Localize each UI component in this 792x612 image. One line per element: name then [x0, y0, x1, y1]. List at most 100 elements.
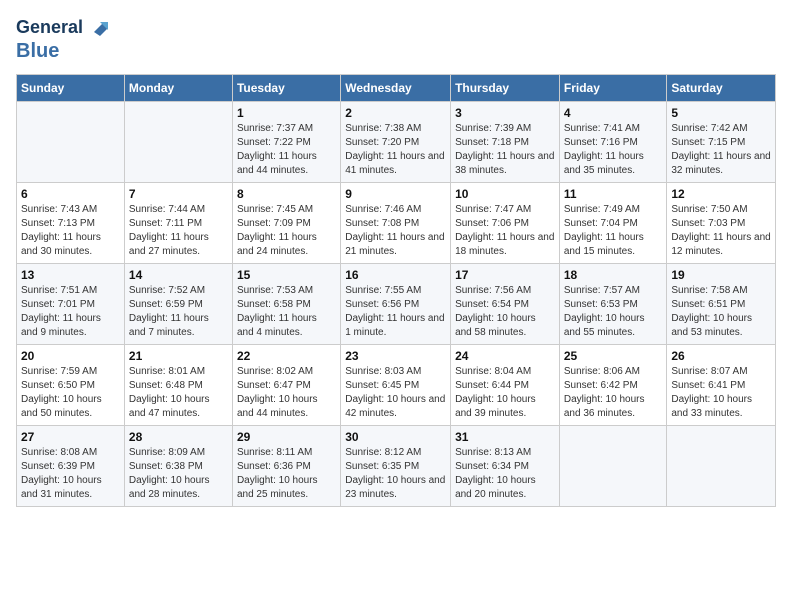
day-number: 13 — [21, 268, 120, 282]
day-number: 15 — [237, 268, 336, 282]
day-number: 28 — [129, 430, 228, 444]
day-number: 14 — [129, 268, 228, 282]
day-info: Sunrise: 8:06 AMSunset: 6:42 PMDaylight:… — [564, 365, 663, 421]
day-number: 25 — [564, 349, 663, 363]
day-info: Sunrise: 8:13 AMSunset: 6:34 PMDaylight:… — [455, 446, 555, 502]
day-number: 31 — [455, 430, 555, 444]
calendar-cell: 8 Sunrise: 7:45 AMSunset: 7:09 PMDaylight… — [232, 183, 340, 264]
calendar-cell: 26Sunrise: 8:07 AMSunset: 6:41 PMDayligh… — [667, 345, 776, 426]
day-info: Sunrise: 8:08 AMSunset: 6:39 PMDaylight:… — [21, 446, 120, 502]
day-number: 19 — [671, 268, 771, 282]
calendar-week-row: 13 Sunrise: 7:51 AMSunset: 7:01 PMDayligh… — [17, 264, 776, 345]
day-info: Sunrise: 8:02 AMSunset: 6:47 PMDaylight:… — [237, 365, 336, 421]
day-number: 21 — [129, 349, 228, 363]
day-info: Sunrise: 8:01 AMSunset: 6:48 PMDaylight:… — [129, 365, 228, 421]
logo: General Blue — [16, 16, 112, 62]
calendar-cell: 9Sunrise: 7:46 AMSunset: 7:08 PMDaylight… — [341, 183, 451, 264]
calendar-cell: 29Sunrise: 8:11 AMSunset: 6:36 PMDayligh… — [232, 426, 340, 507]
logo-text: General — [16, 18, 83, 38]
calendar-cell: 21 Sunrise: 8:01 AMSunset: 6:48 PMDayligh… — [124, 345, 232, 426]
header-sunday: Sunday — [17, 75, 125, 102]
calendar-cell: 19 Sunrise: 7:58 AMSunset: 6:51 PMDayligh… — [667, 264, 776, 345]
day-number: 11 — [564, 187, 663, 201]
day-info: Sunrise: 7:53 AMSunset: 6:58 PMDaylight:… — [237, 284, 336, 340]
day-info: Sunrise: 7:50 AMSunset: 7:03 PMDaylight:… — [671, 203, 771, 259]
day-number: 27 — [21, 430, 120, 444]
day-number: 20 — [21, 349, 120, 363]
header-monday: Monday — [124, 75, 232, 102]
header-tuesday: Tuesday — [232, 75, 340, 102]
calendar-cell: 11Sunrise: 7:49 AMSunset: 7:04 PMDayligh… — [559, 183, 667, 264]
header-saturday: Saturday — [667, 75, 776, 102]
day-number: 23 — [345, 349, 446, 363]
calendar-cell: 30 Sunrise: 8:12 AMSunset: 6:35 PMDayligh… — [341, 426, 451, 507]
day-number: 26 — [671, 349, 771, 363]
calendar-cell: 20Sunrise: 7:59 AMSunset: 6:50 PMDayligh… — [17, 345, 125, 426]
day-info: Sunrise: 7:39 AMSunset: 7:18 PMDaylight:… — [455, 122, 555, 178]
calendar-cell: 15 Sunrise: 7:53 AMSunset: 6:58 PMDayligh… — [232, 264, 340, 345]
day-info: Sunrise: 7:43 AMSunset: 7:13 PMDaylight:… — [21, 203, 120, 259]
calendar-week-row: 20Sunrise: 7:59 AMSunset: 6:50 PMDayligh… — [17, 345, 776, 426]
day-number: 8 — [237, 187, 336, 201]
day-number: 7 — [129, 187, 228, 201]
calendar-cell: 7 Sunrise: 7:44 AMSunset: 7:11 PMDaylight… — [124, 183, 232, 264]
calendar-cell — [17, 102, 125, 183]
header-friday: Friday — [559, 75, 667, 102]
calendar-cell — [559, 426, 667, 507]
day-info: Sunrise: 8:04 AMSunset: 6:44 PMDaylight:… — [455, 365, 555, 421]
calendar-week-row: 6 Sunrise: 7:43 AMSunset: 7:13 PMDaylight… — [17, 183, 776, 264]
logo-icon — [86, 14, 112, 40]
day-info: Sunrise: 7:44 AMSunset: 7:11 PMDaylight:… — [129, 203, 228, 259]
calendar-table: SundayMondayTuesdayWednesdayThursdayFrid… — [16, 74, 776, 507]
calendar-header-row: SundayMondayTuesdayWednesdayThursdayFrid… — [17, 75, 776, 102]
day-info: Sunrise: 7:56 AMSunset: 6:54 PMDaylight:… — [455, 284, 555, 340]
calendar-cell: 24 Sunrise: 8:04 AMSunset: 6:44 PMDayligh… — [451, 345, 560, 426]
day-info: Sunrise: 7:37 AMSunset: 7:22 PMDaylight:… — [237, 122, 336, 178]
day-info: Sunrise: 8:12 AMSunset: 6:35 PMDaylight:… — [345, 446, 446, 502]
day-number: 12 — [671, 187, 771, 201]
calendar-cell: 17 Sunrise: 7:56 AMSunset: 6:54 PMDayligh… — [451, 264, 560, 345]
calendar-cell: 23 Sunrise: 8:03 AMSunset: 6:45 PMDayligh… — [341, 345, 451, 426]
day-number: 17 — [455, 268, 555, 282]
page-header: General Blue — [16, 16, 776, 62]
calendar-cell: 18 Sunrise: 7:57 AMSunset: 6:53 PMDayligh… — [559, 264, 667, 345]
header-thursday: Thursday — [451, 75, 560, 102]
day-number: 30 — [345, 430, 446, 444]
day-number: 10 — [455, 187, 555, 201]
calendar-cell: 4 Sunrise: 7:41 AMSunset: 7:16 PMDaylight… — [559, 102, 667, 183]
calendar-cell: 5Sunrise: 7:42 AMSunset: 7:15 PMDaylight… — [667, 102, 776, 183]
day-number: 9 — [345, 187, 446, 201]
calendar-cell: 6 Sunrise: 7:43 AMSunset: 7:13 PMDaylight… — [17, 183, 125, 264]
day-number: 22 — [237, 349, 336, 363]
calendar-cell — [667, 426, 776, 507]
day-info: Sunrise: 7:51 AMSunset: 7:01 PMDaylight:… — [21, 284, 120, 340]
day-info: Sunrise: 7:52 AMSunset: 6:59 PMDaylight:… — [129, 284, 228, 340]
calendar-week-row: 1 Sunrise: 7:37 AMSunset: 7:22 PMDaylight… — [17, 102, 776, 183]
day-info: Sunrise: 8:03 AMSunset: 6:45 PMDaylight:… — [345, 365, 446, 421]
day-info: Sunrise: 7:58 AMSunset: 6:51 PMDaylight:… — [671, 284, 771, 340]
day-number: 3 — [455, 106, 555, 120]
calendar-cell: 27 Sunrise: 8:08 AMSunset: 6:39 PMDayligh… — [17, 426, 125, 507]
day-number: 6 — [21, 187, 120, 201]
day-number: 24 — [455, 349, 555, 363]
day-info: Sunrise: 7:42 AMSunset: 7:15 PMDaylight:… — [671, 122, 771, 178]
calendar-cell: 31 Sunrise: 8:13 AMSunset: 6:34 PMDayligh… — [451, 426, 560, 507]
day-number: 4 — [564, 106, 663, 120]
day-number: 16 — [345, 268, 446, 282]
day-number: 18 — [564, 268, 663, 282]
calendar-cell: 3 Sunrise: 7:39 AMSunset: 7:18 PMDaylight… — [451, 102, 560, 183]
calendar-cell: 2Sunrise: 7:38 AMSunset: 7:20 PMDaylight… — [341, 102, 451, 183]
calendar-cell: 28Sunrise: 8:09 AMSunset: 6:38 PMDayligh… — [124, 426, 232, 507]
day-info: Sunrise: 7:41 AMSunset: 7:16 PMDaylight:… — [564, 122, 663, 178]
day-info: Sunrise: 7:38 AMSunset: 7:20 PMDaylight:… — [345, 122, 446, 178]
calendar-cell: 12 Sunrise: 7:50 AMSunset: 7:03 PMDayligh… — [667, 183, 776, 264]
calendar-cell — [124, 102, 232, 183]
day-info: Sunrise: 7:45 AMSunset: 7:09 PMDaylight:… — [237, 203, 336, 259]
calendar-cell: 1 Sunrise: 7:37 AMSunset: 7:22 PMDaylight… — [232, 102, 340, 183]
day-number: 1 — [237, 106, 336, 120]
day-info: Sunrise: 7:57 AMSunset: 6:53 PMDaylight:… — [564, 284, 663, 340]
calendar-cell: 22 Sunrise: 8:02 AMSunset: 6:47 PMDayligh… — [232, 345, 340, 426]
logo-blue-text: Blue — [16, 40, 59, 62]
day-info: Sunrise: 8:11 AMSunset: 6:36 PMDaylight:… — [237, 446, 336, 502]
header-wednesday: Wednesday — [341, 75, 451, 102]
